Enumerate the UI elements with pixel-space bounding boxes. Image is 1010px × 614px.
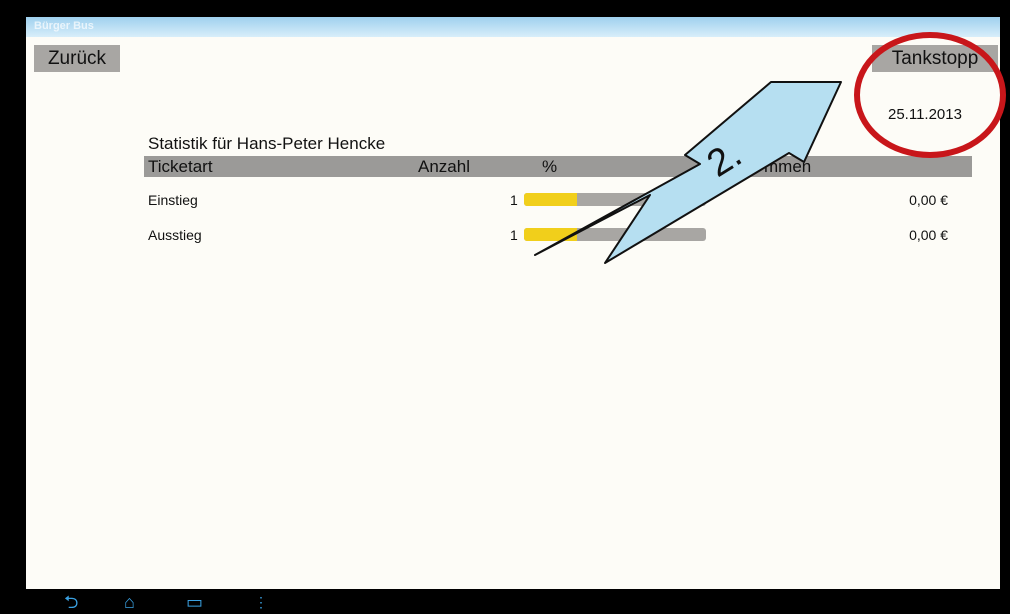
recent-apps-icon[interactable]: ▭ [186, 593, 203, 611]
row-count: 1 [510, 192, 518, 208]
percent-bar-fill [524, 228, 577, 241]
row-amount: 0,00 € [909, 192, 948, 208]
home-icon[interactable]: ⌂ [124, 593, 135, 611]
table-row: Einstieg 1 0,00 € [26, 189, 1000, 213]
header-percent: % [542, 157, 558, 176]
system-nav-bar: ⮌ ⌂ ▭ ⋮ [26, 589, 1000, 614]
back-icon[interactable]: ⮌ [64, 593, 78, 611]
table-header: Ticketart Anzahl % mmen [144, 156, 972, 177]
header-sum: mmen [764, 157, 812, 176]
row-label: Einstieg [148, 192, 198, 208]
row-amount: 0,00 € [909, 227, 948, 243]
row-count: 1 [510, 227, 518, 243]
header-count: Anzahl [418, 157, 470, 176]
table-row: Ausstieg 1 0,00 € [26, 224, 1000, 248]
percent-bar-fill [524, 193, 577, 206]
percent-bar [524, 228, 706, 241]
menu-icon[interactable]: ⋮ [254, 593, 268, 611]
title-bar: Bürger Bus [26, 17, 1000, 37]
back-button[interactable]: Zurück [34, 45, 120, 72]
app-screen: Bürger Bus Zurück Tankstopp 25.11.2013 S… [26, 17, 1000, 589]
app-title: Bürger Bus [34, 20, 94, 32]
header-ticket-type: Ticketart [148, 157, 213, 176]
percent-bar [524, 193, 706, 206]
date-label: 25.11.2013 [888, 106, 962, 123]
refuel-stop-button[interactable]: Tankstopp [872, 45, 998, 72]
row-label: Ausstieg [148, 227, 202, 243]
statistics-title: Statistik für Hans-Peter Hencke [148, 134, 386, 153]
